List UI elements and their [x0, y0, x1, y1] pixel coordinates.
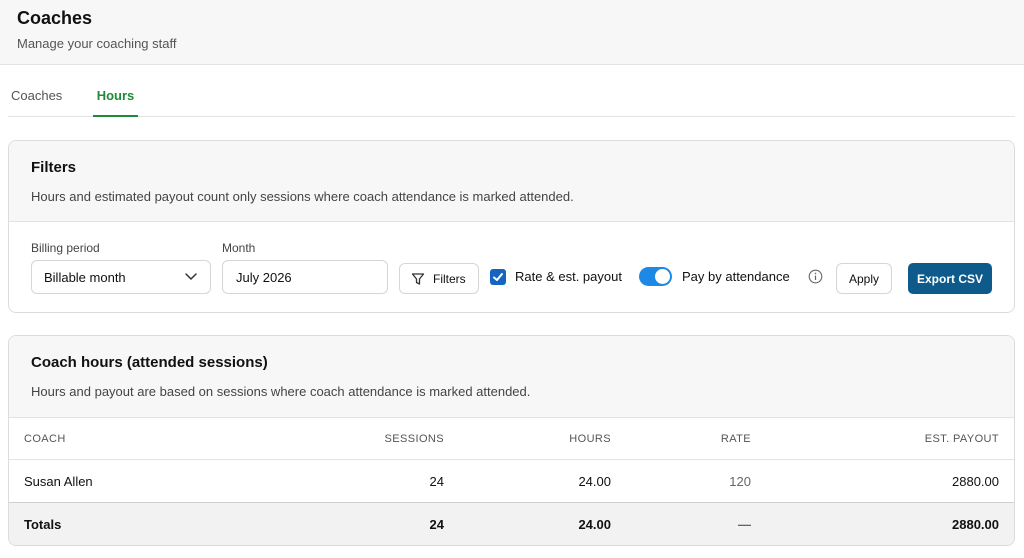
apply-button[interactable]: Apply	[836, 263, 892, 294]
totals-rate: —	[738, 517, 751, 532]
cell-est-payout: 2880.00	[952, 474, 999, 489]
totals-sessions: 24	[429, 517, 444, 532]
chevron-down-icon	[185, 273, 197, 280]
month-input[interactable]	[222, 260, 388, 294]
column-header-coach: COACH	[24, 433, 66, 445]
column-header-est-payout: EST. PAYOUT	[924, 433, 999, 445]
filters-card-header: Filters Hours and estimated payout count…	[9, 141, 1014, 222]
cell-rate: 120	[729, 474, 751, 489]
page-subtitle: Manage your coaching staff	[17, 36, 177, 51]
month-label: Month	[222, 241, 256, 255]
filters-button-label: Filters	[433, 272, 466, 286]
totals-label: Totals	[24, 517, 62, 532]
pay-by-attendance-toggle[interactable]	[639, 267, 672, 286]
totals-hours: 24.00	[578, 517, 611, 532]
totals-row: Totals 24 24.00 — 2880.00	[9, 503, 1014, 545]
table-header: COACH SESSIONS HOURS RATE EST. PAYOUT	[9, 418, 1014, 460]
filters-title: Filters	[31, 159, 77, 176]
column-header-hours: HOURS	[569, 433, 611, 445]
column-header-sessions: SESSIONS	[384, 433, 444, 445]
filters-description: Hours and estimated payout count only se…	[31, 189, 574, 204]
column-header-rate: RATE	[720, 433, 751, 445]
rate-payout-label[interactable]: Rate & est. payout	[515, 269, 622, 284]
toggle-knob	[655, 269, 670, 284]
billing-period-value: Billable month	[44, 270, 126, 285]
filters-card: Filters Hours and estimated payout count…	[8, 140, 1015, 313]
page-title: Coaches	[17, 8, 93, 28]
tab-bar: Coaches Hours	[8, 66, 1015, 117]
table-row: Susan Allen 24 24.00 120 2880.00	[9, 460, 1014, 503]
rate-payout-checkbox[interactable]	[490, 269, 506, 285]
export-csv-button[interactable]: Export CSV	[908, 263, 992, 294]
page-header: Coaches Manage your coaching staff	[0, 0, 1024, 65]
tab-hours[interactable]: Hours	[93, 88, 138, 117]
totals-est-payout: 2880.00	[952, 517, 999, 532]
cell-hours: 24.00	[578, 474, 611, 489]
cell-sessions: 24	[429, 474, 444, 489]
coach-hours-title: Coach hours (attended sessions)	[31, 354, 268, 371]
filter-icon	[411, 273, 425, 285]
info-icon[interactable]	[808, 269, 823, 284]
billing-period-label: Billing period	[31, 241, 100, 255]
billing-period-select[interactable]: Billable month	[31, 260, 211, 294]
tab-coaches[interactable]: Coaches	[11, 88, 62, 103]
pay-by-attendance-label: Pay by attendance	[682, 269, 790, 284]
cell-coach: Susan Allen	[24, 474, 93, 489]
filters-button[interactable]: Filters	[399, 263, 479, 294]
checkmark-icon	[493, 273, 503, 281]
coach-hours-card: Coach hours (attended sessions) Hours an…	[8, 335, 1015, 546]
coach-hours-description: Hours and payout are based on sessions w…	[31, 384, 531, 399]
coach-hours-card-header: Coach hours (attended sessions) Hours an…	[9, 336, 1014, 418]
